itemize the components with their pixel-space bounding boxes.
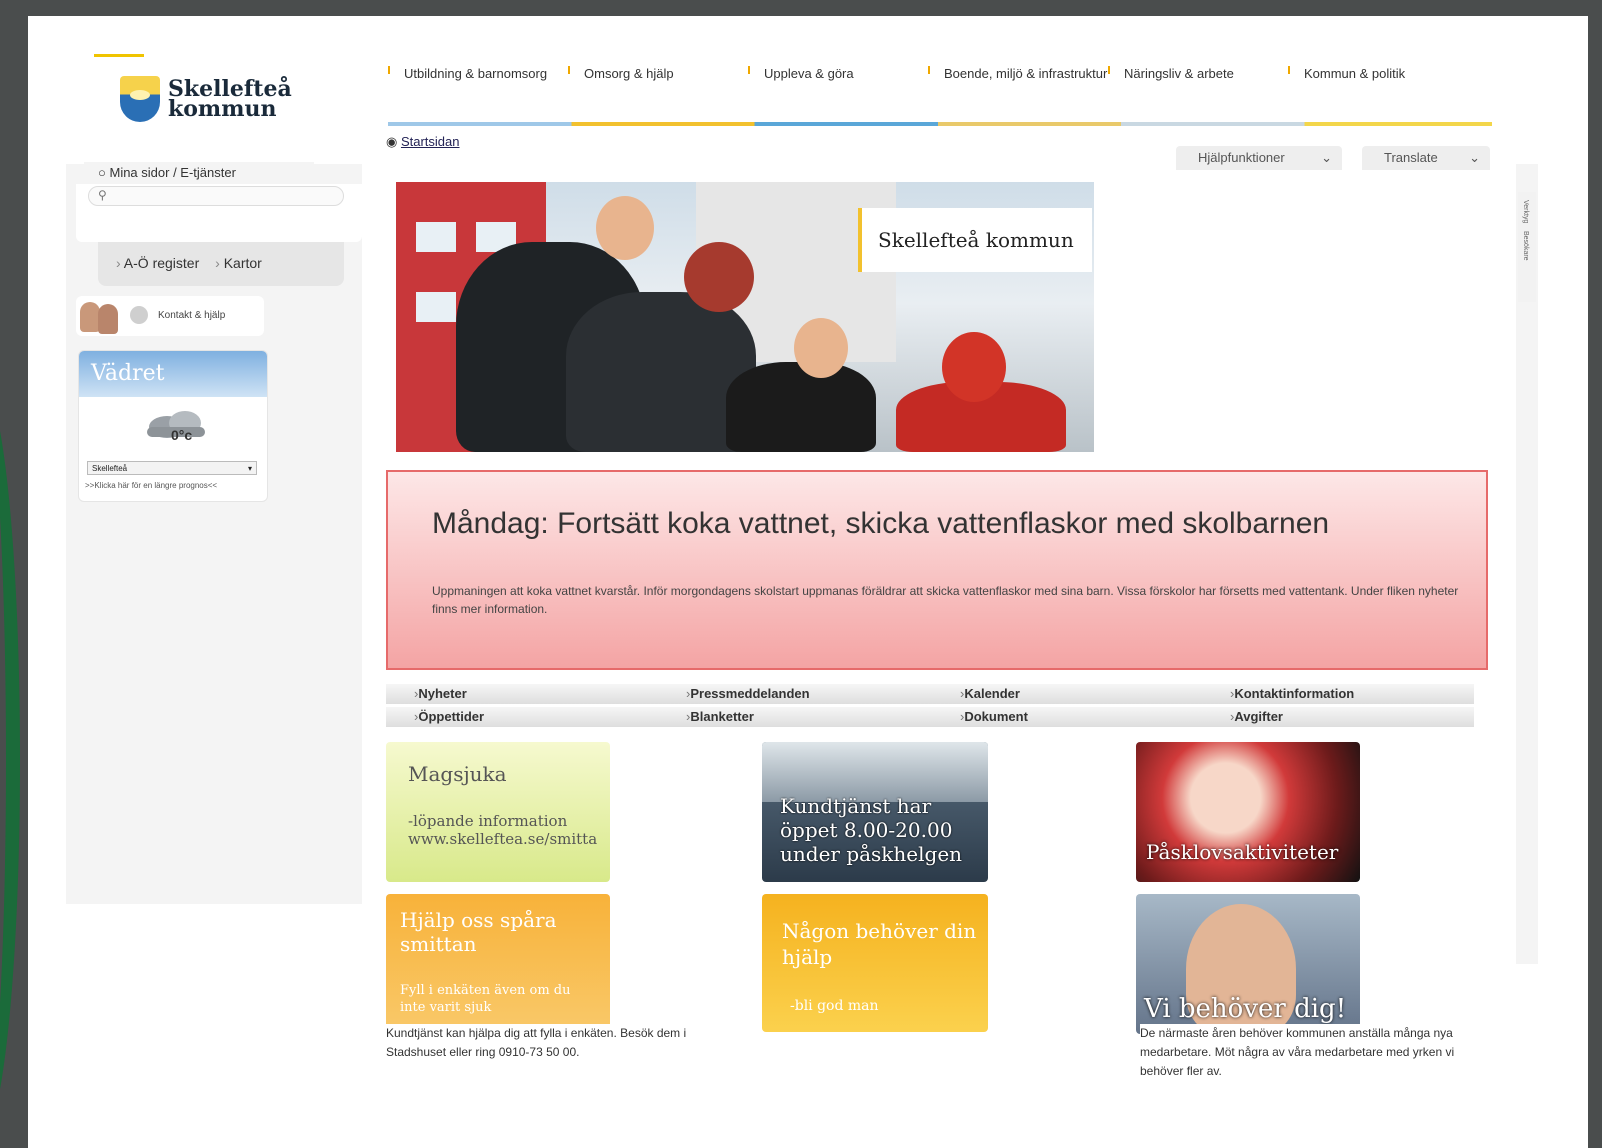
nav-utbildning[interactable]: Utbildning & barnomsorg	[388, 64, 568, 124]
nav-naringsliv[interactable]: Näringsliv & arbete	[1108, 64, 1288, 124]
alert-title: Måndag: Fortsätt koka vattnet, skicka va…	[432, 507, 1330, 540]
temperature-value: 0°c	[171, 427, 193, 443]
mina-sidor-label: Mina sidor / E-tjänster	[109, 165, 236, 180]
home-icon: ◉	[386, 134, 398, 149]
quick-nav-kalender[interactable]: Kalender	[960, 684, 1020, 704]
tile-nagon-title: Någon behöver din hjälp	[782, 919, 977, 969]
weather-widget: Vädret 0°c Skellefteå ▾ >>Klicka här för…	[78, 350, 268, 502]
radio-icon: ○	[98, 165, 106, 180]
quick-nav-row: Nyheter Pressmeddelanden Kalender Kontak…	[386, 684, 1474, 704]
tile-vi-behover[interactable]: Vi behöver dig!	[1136, 894, 1360, 1034]
tile-hjalp-title: Hjälp oss spåra smittan	[400, 908, 557, 956]
site-logo[interactable]: Skellefteå kommun	[94, 54, 292, 128]
tile-magsjuka[interactable]: Magsjuka -löpande information www.skelle…	[386, 742, 610, 882]
chevron-down-icon: ⌄	[1321, 150, 1332, 165]
tile-hjalp-text: Fyll i enkäten även om du inte varit sju…	[400, 983, 571, 1015]
chevron-down-icon: ⌄	[1469, 150, 1480, 165]
nav-tick-icon	[388, 66, 390, 74]
nav-tick-icon	[1288, 66, 1290, 74]
tile-magsjuka-text: -löpande information www.skelleftea.se/s…	[408, 812, 598, 848]
nav-tick-icon	[748, 66, 750, 74]
translate-label: Translate	[1384, 150, 1438, 165]
tile-magsjuka-title: Magsjuka	[408, 762, 507, 786]
help-functions-label: Hjälpfunktioner	[1198, 150, 1285, 165]
tile-vi-title: Vi behöver dig!	[1144, 994, 1347, 1024]
quick-nav-dokument[interactable]: Dokument	[960, 707, 1028, 727]
logo-accent-line	[94, 54, 144, 57]
tile-hjalp-caption: Kundtjänst kan hjälpa dig att fylla i en…	[386, 1024, 738, 1062]
contact-avatar	[80, 300, 122, 334]
nav-label: Uppleva & göra	[764, 66, 854, 81]
ao-register-link[interactable]: A-Ö register	[124, 255, 199, 271]
tile-kundtjanst-text: Kundtjänst har öppet 8.00-20.00 under på…	[780, 794, 963, 866]
nav-label: Boende, miljö & infrastruktur	[944, 66, 1108, 81]
nav-label: Näringsliv & arbete	[1124, 66, 1234, 81]
city-select-value: Skellefteå	[92, 464, 128, 473]
alert-banner[interactable]: Måndag: Fortsätt koka vattnet, skicka va…	[386, 470, 1488, 670]
mina-sidor-tab[interactable]: ○ Mina sidor / E-tjänster	[84, 162, 314, 186]
contact-bubble-icon	[130, 306, 148, 324]
search-icon[interactable]: ⚲	[98, 188, 107, 202]
alert-text: Uppmaningen att koka vattnet kvarstår. I…	[432, 584, 1459, 616]
nav-uppleva[interactable]: Uppleva & göra	[748, 64, 928, 124]
tile-hjalp-oss[interactable]: Hjälp oss spåra smittan Fyll i enkäten ä…	[386, 894, 610, 1034]
quick-nav-blanketter[interactable]: Blanketter	[686, 707, 754, 727]
chevron-down-icon: ▾	[247, 464, 252, 473]
tile-vi-caption: De närmaste åren behöver kommunen anstäl…	[1140, 1024, 1476, 1081]
weather-title: Vädret	[79, 351, 267, 397]
help-functions-dropdown[interactable]: Hjälpfunktioner ⌄	[1176, 146, 1342, 170]
nav-tick-icon	[1108, 66, 1110, 74]
tile-pasklov-text: Påsklovsaktiviteter	[1146, 840, 1339, 864]
quick-nav-kontaktinformation[interactable]: Kontaktinformation	[1230, 684, 1354, 704]
quick-nav-oppettider[interactable]: Öppettider	[414, 707, 484, 727]
bullet-icon: ›	[215, 255, 220, 271]
tile-pasklov[interactable]: Påsklovsaktiviteter	[1136, 742, 1360, 882]
translate-dropdown[interactable]: Translate ⌄	[1362, 146, 1490, 170]
hero-title-label: Skellefteå kommun	[858, 208, 1092, 272]
nav-boende[interactable]: Boende, miljö & infrastruktur	[928, 64, 1108, 124]
tile-nagon-text: -bli god man	[790, 998, 879, 1014]
kartor-link[interactable]: Kartor	[224, 255, 262, 271]
tile-nagon-behover[interactable]: Någon behöver din hjälp -bli god man	[762, 894, 988, 1032]
contact-help-label[interactable]: Kontakt & hjälp	[158, 310, 225, 321]
nav-color-underline	[388, 122, 1492, 126]
nav-kommun[interactable]: Kommun & politik	[1288, 64, 1468, 124]
quick-nav-nyheter[interactable]: Nyheter	[414, 684, 466, 704]
nav-label: Omsorg & hjälp	[584, 66, 674, 81]
side-tab-verktyg[interactable]: Verktyg	[1522, 200, 1529, 223]
forecast-link[interactable]: >>Klicka här för en längre prognos<<	[85, 481, 217, 490]
quick-nav-pressmeddelanden[interactable]: Pressmeddelanden	[686, 684, 809, 704]
nav-label: Kommun & politik	[1304, 66, 1406, 81]
quick-nav-row: Öppettider Blanketter Dokument Avgifter	[386, 707, 1474, 727]
main-navigation: Utbildning & barnomsorg Omsorg & hjälp U…	[388, 64, 1492, 126]
search-input[interactable]	[88, 186, 344, 206]
browser-page: Skellefteå kommun Utbildning & barnomsor…	[28, 16, 1588, 1148]
side-tab-besokare[interactable]: Besökare	[1522, 231, 1529, 261]
nav-omsorg[interactable]: Omsorg & hjälp	[568, 64, 748, 124]
city-select[interactable]: Skellefteå ▾	[87, 461, 257, 475]
quick-links-bar: › A-Ö register › Kartor	[98, 242, 344, 286]
quick-nav: Nyheter Pressmeddelanden Kalender Kontak…	[386, 684, 1474, 730]
decorative-arc	[0, 380, 20, 1140]
breadcrumb-startsidan-link[interactable]: Startsidan	[401, 134, 460, 149]
nav-tick-icon	[928, 66, 930, 74]
side-tool-tabs: Verktyg Besökare	[1518, 192, 1536, 302]
tile-kundtjanst[interactable]: Kundtjänst har öppet 8.00-20.00 under på…	[762, 742, 988, 882]
coat-of-arms-icon	[120, 76, 160, 122]
breadcrumb: ◉ Startsidan	[386, 134, 460, 150]
nav-tick-icon	[568, 66, 570, 74]
office-photo	[762, 742, 988, 802]
bullet-icon: ›	[116, 255, 121, 271]
quick-nav-avgifter[interactable]: Avgifter	[1230, 707, 1283, 727]
logo-text-line2: kommun	[168, 96, 277, 122]
nav-label: Utbildning & barnomsorg	[404, 66, 548, 81]
